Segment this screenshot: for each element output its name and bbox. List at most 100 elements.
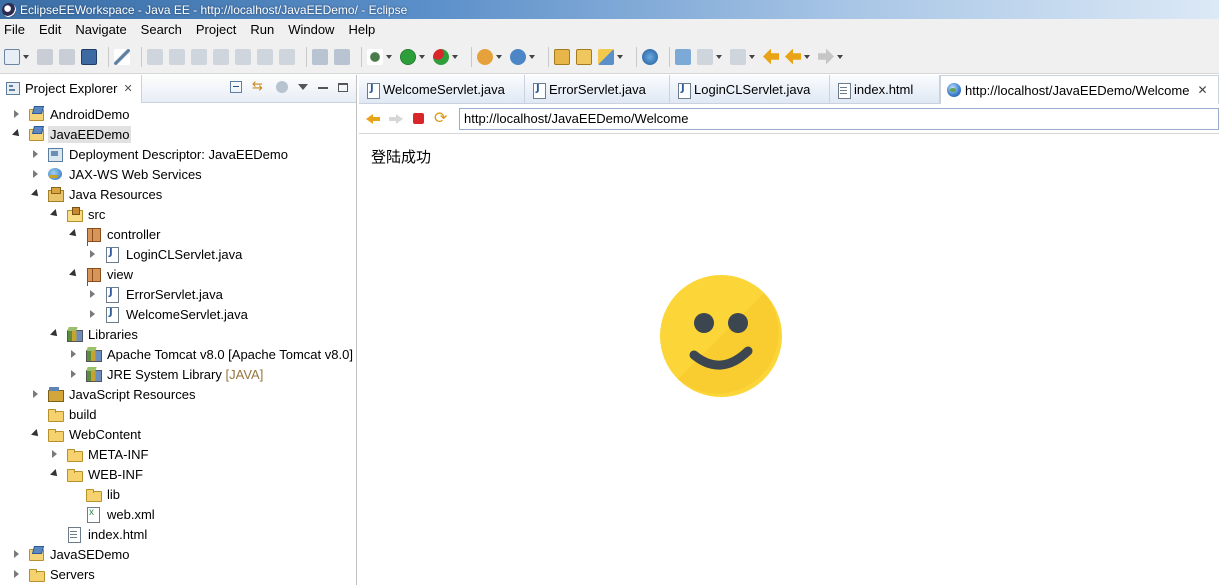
close-icon[interactable]: ✕ [1197,83,1207,97]
expand-icon[interactable] [50,449,60,459]
menu-edit[interactable]: Edit [39,22,61,37]
last-edit-location-icon[interactable] [730,48,746,65]
tab-logincl-servlet[interactable]: LoginCLServlet.java [670,75,830,104]
forward-icon[interactable] [388,111,404,127]
skip-breakpoints-icon[interactable] [114,48,130,65]
tree-item[interactable]: Apache Tomcat v8.0 [Apache Tomcat v8.0] [0,344,356,364]
tree-item[interactable]: Java Resources [0,184,356,204]
menu-run[interactable]: Run [250,22,274,37]
open-type-icon[interactable] [554,48,570,65]
view-menu-icon[interactable] [298,84,308,90]
back-icon[interactable] [365,111,381,127]
next-annotation-icon[interactable] [675,48,691,65]
tree-item[interactable]: LoginCLServlet.java [0,244,356,264]
debug-dropdown-icon[interactable] [452,54,458,59]
expand-icon[interactable] [12,109,22,119]
collapse-all-icon[interactable] [230,81,242,93]
tab-error-servlet[interactable]: ErrorServlet.java [525,75,670,104]
window-title-bar[interactable]: EclipseEEWorkspace - Java EE - http://lo… [0,0,1219,19]
save-icon[interactable] [37,48,53,65]
expand-icon[interactable] [31,389,41,399]
collapse-icon[interactable] [69,269,79,279]
print-icon[interactable] [81,48,97,65]
run-settings-icon[interactable] [367,48,383,65]
expand-icon[interactable] [88,309,98,319]
tree-item[interactable]: WelcomeServlet.java [0,304,356,324]
new-web-service-icon[interactable] [510,48,526,65]
new-dropdown-icon[interactable] [23,54,29,59]
minimize-icon[interactable] [318,87,328,89]
back-dropdown-icon[interactable] [804,54,810,59]
run-dropdown-icon[interactable] [419,54,425,59]
tree-item[interactable]: META-INF [0,444,356,464]
run-settings-dropdown-icon[interactable] [386,54,392,59]
project-explorer-tab[interactable]: Project Explorer ✕ [0,74,142,103]
tab-index-html[interactable]: index.html [830,75,940,104]
collapse-icon[interactable] [31,189,41,199]
tree-item[interactable]: controller [0,224,356,244]
collapse-icon[interactable] [31,429,41,439]
expand-icon[interactable] [88,289,98,299]
tree-item[interactable]: JavaEEDemo [0,124,356,144]
menu-window[interactable]: Window [288,22,334,37]
forward-dropdown-icon[interactable] [837,54,843,59]
expand-icon[interactable] [69,369,79,379]
tree-item[interactable]: src [0,204,356,224]
tree-item[interactable]: lib [0,484,356,504]
tree-item[interactable]: index.html [0,524,356,544]
open-task-icon[interactable] [598,48,614,65]
url-input[interactable] [459,107,1219,130]
resume-icon[interactable] [147,48,163,65]
run-icon[interactable] [400,48,416,65]
prev-annotation-icon[interactable] [697,48,713,65]
close-icon[interactable]: ✕ [123,82,132,95]
tab-browser-welcome[interactable]: http://localhost/JavaEEDemo/Welcome ✕ [940,75,1219,104]
new-icon[interactable] [4,48,20,65]
refresh-icon[interactable] [434,108,450,127]
forward-icon[interactable] [818,48,834,65]
menu-search[interactable]: Search [141,22,182,37]
step-return-icon[interactable] [279,48,295,65]
collapse-icon[interactable] [50,469,60,479]
tree-item[interactable]: Deployment Descriptor: JavaEEDemo [0,144,356,164]
expand-icon[interactable] [12,569,22,579]
open-console-icon[interactable] [334,48,350,65]
open-task-dropdown-icon[interactable] [617,54,623,59]
link-with-editor-icon[interactable] [252,78,266,94]
new-server-dropdown-icon[interactable] [496,54,502,59]
tree-item[interactable]: web.xml [0,504,356,524]
tree-item[interactable]: build [0,404,356,424]
tree-item[interactable]: ErrorServlet.java [0,284,356,304]
back-arrow-icon[interactable] [763,48,779,65]
tree-item[interactable]: AndroidDemo [0,104,356,124]
terminate-icon[interactable] [191,48,207,65]
tree-item[interactable]: JavaScript Resources [0,384,356,404]
menu-navigate[interactable]: Navigate [75,22,126,37]
new-server-icon[interactable] [477,48,493,65]
back-icon[interactable] [785,48,801,65]
open-web-browser-icon[interactable] [642,48,658,65]
open-folder-icon[interactable] [576,48,592,65]
suspend-icon[interactable] [169,48,185,65]
filter-icon[interactable] [276,81,288,93]
tree-item[interactable]: WebContent [0,424,356,444]
tree-item[interactable]: JAX-WS Web Services [0,164,356,184]
annotation-dropdown-icon[interactable] [716,54,722,59]
collapse-icon[interactable] [50,329,60,339]
tree-item[interactable]: WEB-INF [0,464,356,484]
collapse-icon[interactable] [50,209,60,219]
step-into-icon[interactable] [235,48,251,65]
menu-file[interactable]: File [4,22,25,37]
tree-item[interactable]: view [0,264,356,284]
menu-project[interactable]: Project [196,22,236,37]
step-over-icon[interactable] [257,48,273,65]
disconnect-icon[interactable] [213,48,229,65]
maximize-icon[interactable] [338,82,348,92]
collapse-icon[interactable] [12,129,22,139]
menu-help[interactable]: Help [348,22,375,37]
tree-item[interactable]: JavaSEDemo [0,544,356,564]
new-web-service-dropdown-icon[interactable] [529,54,535,59]
expand-icon[interactable] [31,149,41,159]
tree-item[interactable]: JRE System Library [JAVA] [0,364,356,384]
debug-icon[interactable] [433,48,449,65]
